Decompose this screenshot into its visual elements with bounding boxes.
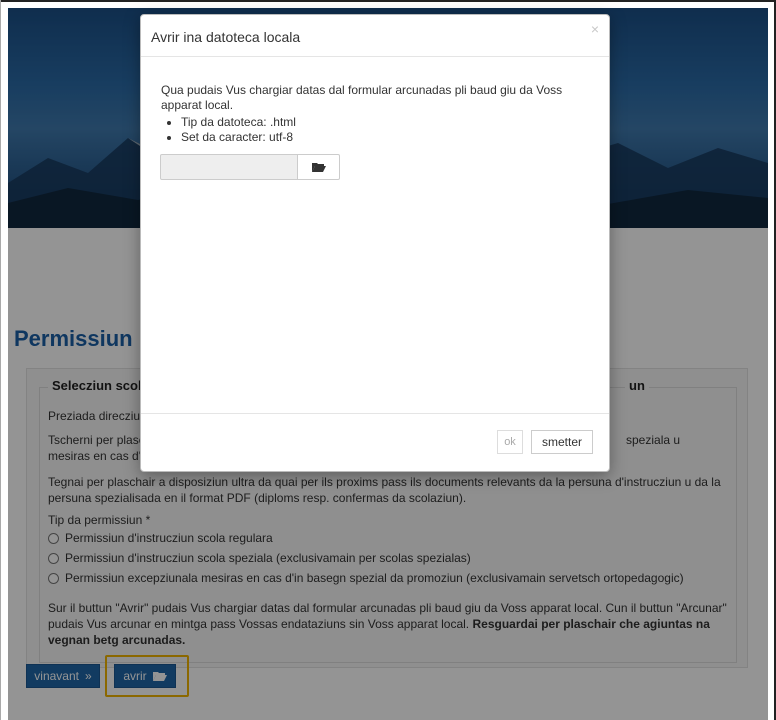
dialog-intro: Qua pudais Vus chargiar datas dal formul… <box>161 83 563 112</box>
file-picker <box>160 154 340 180</box>
close-icon[interactable]: × <box>591 21 599 37</box>
charset-item: Set da caracter: utf-8 <box>181 130 591 145</box>
window-border-left <box>0 0 1 720</box>
file-requirements-list: Tip da datoteca: .html Set da caracter: … <box>177 115 591 145</box>
browser-frame: Permissiun Selecziun scola un Preziada d… <box>0 0 776 720</box>
file-type-item: Tip da datoteca: .html <box>181 115 591 130</box>
dialog-header: Avrir ina datoteca locala × <box>141 15 609 57</box>
file-path-input[interactable] <box>160 154 298 180</box>
open-file-dialog: Avrir ina datoteca locala × Qua pudais V… <box>140 14 610 472</box>
dialog-footer: ok smetter <box>141 413 609 473</box>
window-border-top <box>0 0 776 2</box>
folder-open-icon <box>311 163 326 172</box>
dialog-body: Qua pudais Vus chargiar datas dal formul… <box>161 83 591 145</box>
dialog-title: Avrir ina datoteca locala <box>151 29 301 45</box>
ok-button[interactable]: ok <box>497 430 523 454</box>
cancel-button[interactable]: smetter <box>531 430 593 454</box>
browse-file-button[interactable] <box>298 154 340 180</box>
